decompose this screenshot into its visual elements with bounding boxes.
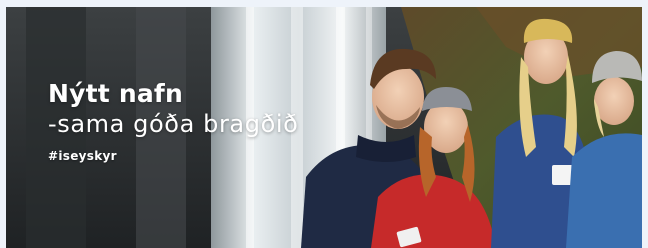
subline: -sama góða bragðið bbox=[48, 110, 299, 138]
headline: Nýtt nafn bbox=[48, 79, 183, 108]
hashtag: #iseyskyr bbox=[48, 149, 117, 163]
headline-block: Nýtt nafn -sama góða bragðið #iseyskyr bbox=[48, 79, 298, 163]
hero-banner[interactable]: Nýtt nafn -sama góða bragðið #iseyskyr bbox=[6, 7, 642, 248]
